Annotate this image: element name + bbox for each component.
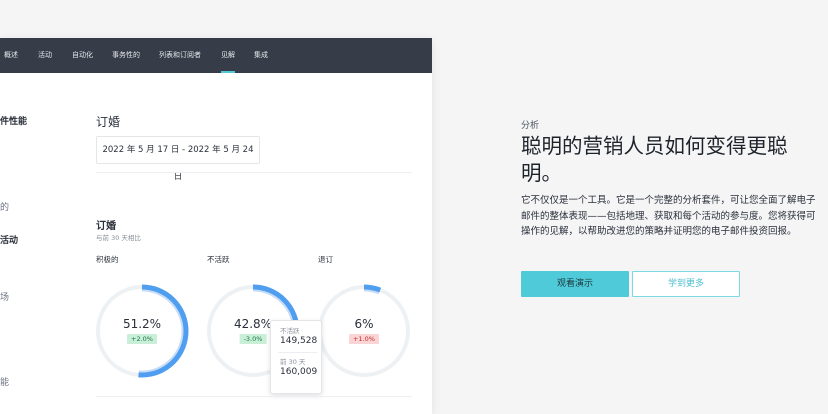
donut-ring [95, 284, 189, 378]
tooltip-label-previous: 前 30 天 [280, 358, 306, 366]
donut-chart-active[interactable]: 51.2% +2.0% [94, 283, 190, 379]
donut-ring [317, 284, 411, 378]
date-range-picker[interactable]: 2022 年 5 月 17 日 - 2022 年 5 月 24 日 [96, 136, 260, 182]
engagement-section-title: 订婚 [96, 115, 121, 129]
tooltip-value-previous: 160,009 [280, 367, 318, 377]
donut-label-active: 积极的 [96, 255, 119, 264]
sidebar-item-function[interactable]: 能 [0, 375, 9, 388]
section-kicker: 分析 [521, 121, 540, 131]
donut-track [318, 285, 410, 377]
top-nav-bar: 概述 活动 自动化 事务性的 列表和订阅者 见解 集成 [0, 38, 432, 73]
donut-label-inactive: 不活跃 [207, 255, 230, 264]
tab-lists-subscribers[interactable]: 列表和订阅者 [159, 38, 201, 73]
sidebar-item-email-performance[interactable]: 件性能 [0, 114, 27, 127]
tab-automation[interactable]: 自动化 [72, 38, 93, 73]
tooltip-divider [278, 352, 317, 353]
donut-previous-arc [321, 288, 407, 374]
learn-more-button[interactable]: 学到更多 [632, 271, 740, 297]
headline: 聪明的营销人员如何变得更聪明。 [521, 134, 788, 185]
sidebar-item-field[interactable]: 场 [0, 290, 9, 303]
tab-transactional[interactable]: 事务性的 [112, 38, 140, 73]
divider [96, 396, 412, 397]
donut-label-unsubscribed: 退订 [318, 255, 333, 264]
change-badge: +2.0% [127, 334, 157, 344]
donut-percent: 6% [354, 317, 374, 331]
tab-insights[interactable]: 见解 [221, 38, 235, 73]
engagement-chart-title: 订婚 [96, 221, 116, 232]
watch-demo-button[interactable]: 观看演示 [521, 271, 629, 297]
description-paragraph: 它不仅仅是一个工具。它是一个完整的分析套件，可让您全面了解电子邮件的整体表现——… [521, 195, 816, 237]
tab-integrations[interactable]: 集成 [254, 38, 268, 73]
donut-percent: 51.2% [122, 317, 162, 331]
tooltip-value-current: 149,528 [280, 336, 318, 346]
donut-previous-arc [99, 288, 185, 374]
tab-campaigns[interactable]: 活动 [38, 38, 52, 73]
tab-overview[interactable]: 概述 [4, 38, 18, 73]
change-badge: -3.0% [239, 334, 267, 344]
divider [96, 172, 412, 173]
donut-tooltip: 不活跃 149,528 前 30 天 160,009 [270, 320, 322, 394]
comparison-note: 与前 30 天相比 [96, 234, 141, 242]
tooltip-label-current: 不活跃 [280, 327, 300, 335]
sidebar-item-campaigns[interactable]: 活动 [0, 233, 18, 246]
sidebar-item-partial[interactable]: 的 [0, 200, 9, 213]
change-badge: +1.0% [349, 334, 379, 344]
donut-chart-unsubscribed[interactable]: 6% +1.0% [316, 283, 412, 379]
